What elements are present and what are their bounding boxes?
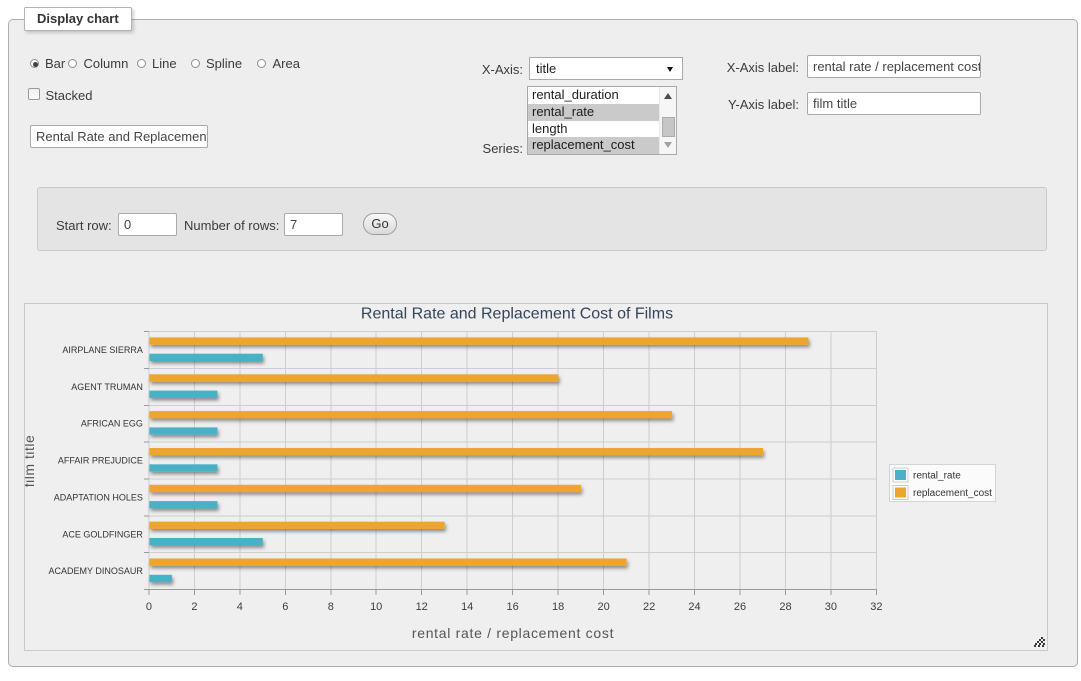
svg-text:AFRICAN EGG: AFRICAN EGG xyxy=(81,419,143,429)
svg-text:20: 20 xyxy=(597,601,609,613)
svg-text:6: 6 xyxy=(282,601,288,613)
svg-text:ACADEMY DINOSAUR: ACADEMY DINOSAUR xyxy=(49,566,144,576)
svg-text:12: 12 xyxy=(416,601,428,613)
svg-text:22: 22 xyxy=(643,601,655,613)
svg-text:18: 18 xyxy=(552,601,564,613)
svg-text:replacement_cost: replacement_cost xyxy=(913,488,992,499)
svg-text:ADAPTATION HOLES: ADAPTATION HOLES xyxy=(54,493,143,503)
svg-text:8: 8 xyxy=(328,601,334,613)
svg-text:16: 16 xyxy=(506,601,518,613)
svg-text:4: 4 xyxy=(237,601,243,613)
svg-text:film title: film title xyxy=(25,435,37,487)
svg-text:26: 26 xyxy=(734,601,746,613)
svg-text:10: 10 xyxy=(370,601,382,613)
svg-text:24: 24 xyxy=(688,601,700,613)
svg-text:28: 28 xyxy=(779,601,791,613)
svg-text:ACE GOLDFINGER: ACE GOLDFINGER xyxy=(62,529,143,539)
svg-text:14: 14 xyxy=(461,601,473,613)
svg-text:rental_rate: rental_rate xyxy=(913,471,961,482)
svg-text:rental rate / replacement cost: rental rate / replacement cost xyxy=(412,625,614,641)
svg-text:2: 2 xyxy=(191,601,197,613)
svg-text:AGENT TRUMAN: AGENT TRUMAN xyxy=(71,382,143,392)
svg-text:30: 30 xyxy=(825,601,837,613)
svg-text:Rental Rate and Replacement Co: Rental Rate and Replacement Cost of Film… xyxy=(361,306,673,323)
svg-text:AIRPLANE SIERRA: AIRPLANE SIERRA xyxy=(62,345,143,355)
svg-text:AFFAIR PREJUDICE: AFFAIR PREJUDICE xyxy=(58,456,143,466)
svg-text:0: 0 xyxy=(146,601,152,613)
svg-text:32: 32 xyxy=(870,601,882,613)
